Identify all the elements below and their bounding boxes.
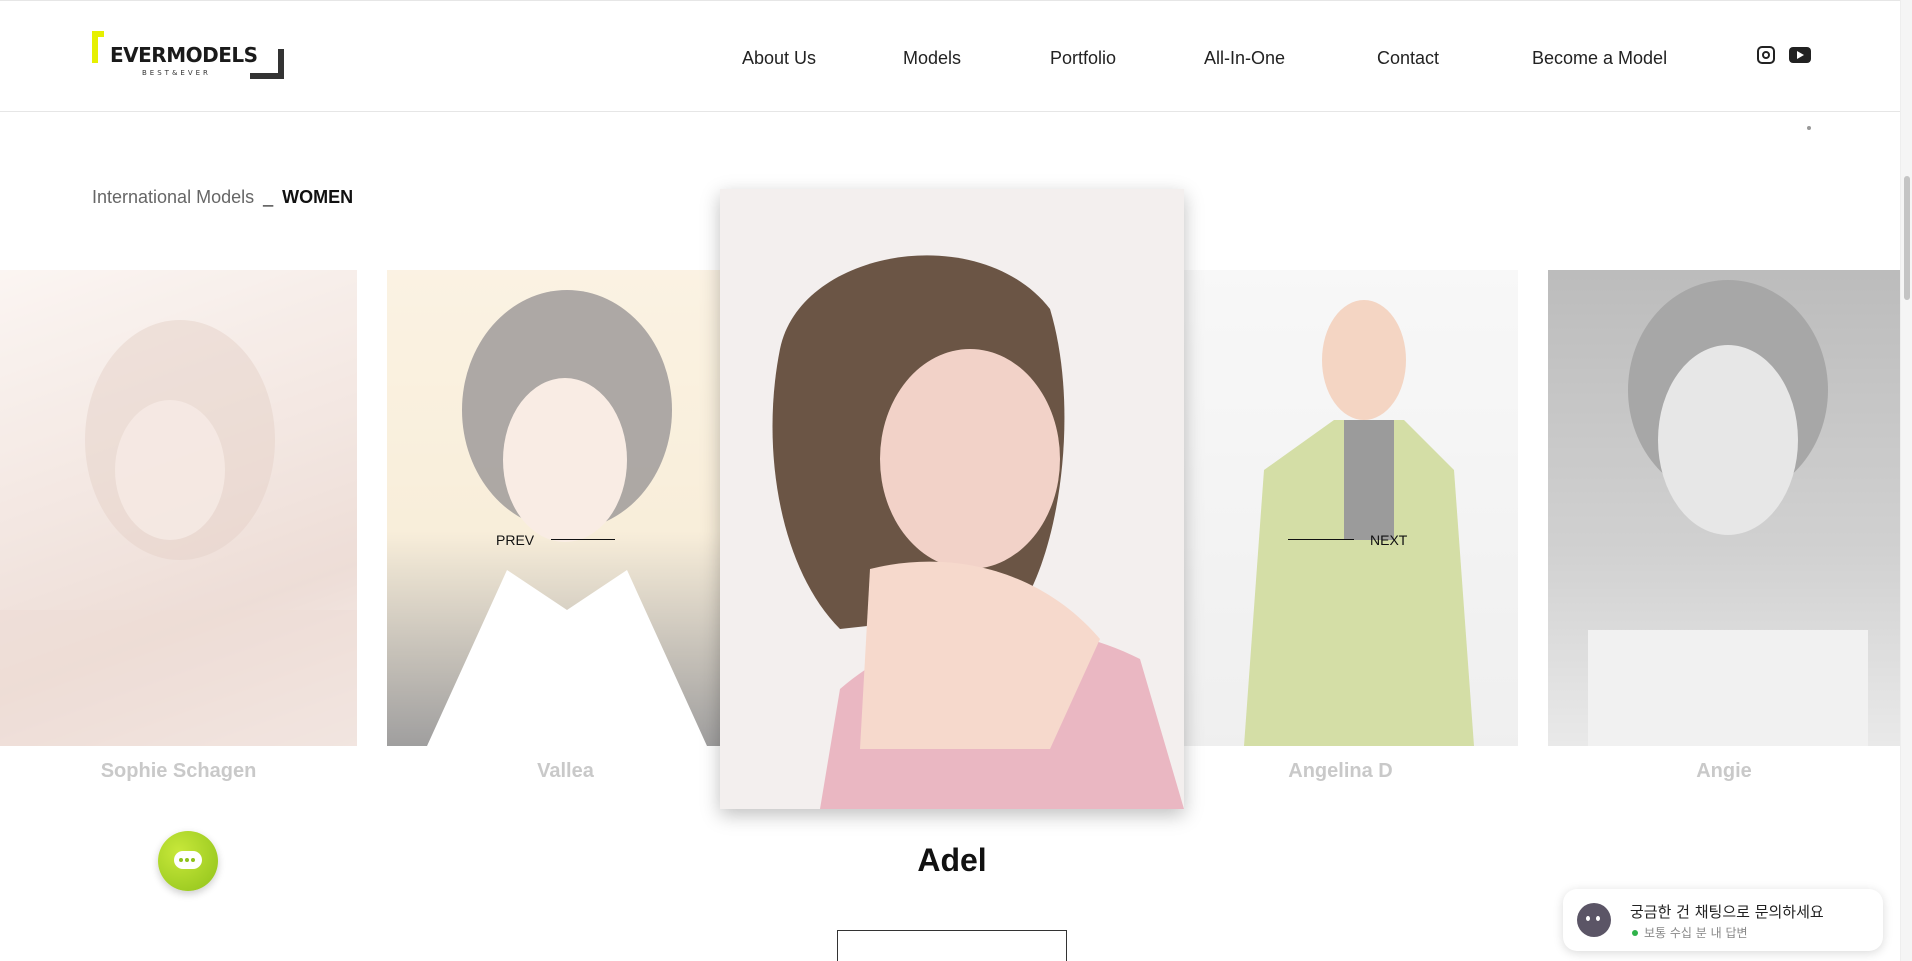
model-photo — [720, 189, 1184, 809]
model-card-angelina-d[interactable] — [1184, 270, 1518, 746]
card-overlay — [0, 270, 357, 746]
logo-tagline: BEST&EVER — [142, 69, 211, 77]
nav-contact[interactable]: Contact — [1377, 48, 1439, 69]
featured-model-photo[interactable] — [720, 189, 1184, 809]
nav-about-us[interactable]: About Us — [742, 48, 816, 69]
instagram-icon[interactable] — [1757, 46, 1775, 64]
model-card-angie[interactable] — [1548, 270, 1900, 746]
nav-all-in-one[interactable]: All-In-One — [1204, 48, 1285, 69]
model-name[interactable]: Angie — [1548, 760, 1900, 783]
model-name[interactable]: Sophie Schagen — [0, 760, 357, 783]
scrollbar[interactable] — [1900, 0, 1912, 961]
prev-line — [551, 539, 615, 540]
next-line — [1288, 539, 1354, 540]
breadcrumb-section[interactable]: International Models — [92, 187, 254, 207]
chat-launcher-button[interactable] — [158, 831, 218, 891]
breadcrumb-separator: _ — [263, 187, 274, 207]
nav-portfolio[interactable]: Portfolio — [1050, 48, 1116, 69]
featured-model-name[interactable]: Adel — [720, 842, 1184, 879]
next-button[interactable]: NEXT — [1370, 532, 1407, 548]
model-name[interactable]: Vallea — [387, 760, 744, 783]
site-header: EVERMODELS BEST&EVER About Us Models Por… — [0, 0, 1900, 112]
chat-avatar — [1577, 903, 1611, 937]
chat-response-time: 보통 수십 분 내 답변 — [1644, 926, 1748, 940]
chat-message: 궁금한 건 채팅으로 문의하세요 — [1630, 903, 1824, 921]
card-overlay — [1184, 270, 1518, 746]
youtube-icon[interactable] — [1789, 47, 1811, 63]
indicator-dot — [1807, 126, 1811, 130]
breadcrumb: International Models _ WOMEN — [92, 187, 353, 208]
chat-bubble-icon — [174, 851, 202, 869]
card-overlay — [387, 270, 720, 746]
logo-wordmark: EVERMODELS — [110, 43, 258, 67]
scrollbar-thumb[interactable] — [1904, 176, 1910, 300]
view-profile-button[interactable] — [837, 930, 1067, 961]
nav-models[interactable]: Models — [903, 48, 961, 69]
breadcrumb-category: WOMEN — [282, 187, 354, 207]
model-name[interactable]: Angelina D — [1162, 760, 1519, 783]
logo[interactable]: EVERMODELS BEST&EVER — [92, 31, 284, 79]
logo-corner-bracket — [92, 31, 104, 63]
prev-button[interactable]: PREV — [496, 532, 534, 548]
chat-popup[interactable]: 궁금한 건 채팅으로 문의하세요 보통 수십 분 내 답변 — [1563, 889, 1883, 951]
online-status-dot — [1632, 930, 1638, 936]
page: EVERMODELS BEST&EVER About Us Models Por… — [0, 0, 1912, 961]
model-card-vallea[interactable] — [387, 270, 720, 746]
model-card-sophie-schagen[interactable] — [0, 270, 357, 746]
nav-become-a-model[interactable]: Become a Model — [1532, 48, 1667, 69]
card-overlay — [1548, 270, 1900, 746]
